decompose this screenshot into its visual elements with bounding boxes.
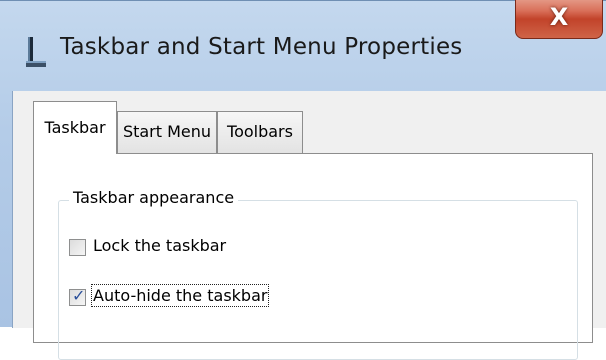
- tab-toolbars[interactable]: Toolbars: [217, 111, 303, 153]
- checkmark-icon: ✓: [72, 286, 86, 305]
- title-bar[interactable]: Taskbar and Start Menu Properties X: [0, 0, 606, 91]
- tab-strip: Taskbar Start Menu Toolbars: [33, 101, 593, 154]
- close-icon: X: [549, 3, 569, 31]
- window-title: Taskbar and Start Menu Properties: [60, 34, 463, 60]
- taskbar-appearance-group: Taskbar appearance Lock the taskbar ✓ Au…: [58, 188, 578, 360]
- tab-taskbar[interactable]: Taskbar: [33, 101, 117, 154]
- lock-taskbar-checkbox[interactable]: [69, 239, 86, 256]
- properties-window: Taskbar and Start Menu Properties X Task…: [0, 0, 606, 360]
- tab-start-menu[interactable]: Start Menu: [117, 111, 217, 153]
- taskbar-tab-page: Taskbar appearance Lock the taskbar ✓ Au…: [33, 153, 593, 360]
- group-label: Taskbar appearance: [69, 188, 239, 207]
- auto-hide-checkbox[interactable]: ✓: [69, 286, 86, 306]
- taskbar-app-icon: [26, 37, 46, 67]
- auto-hide-label[interactable]: Auto-hide the taskbar: [90, 284, 270, 307]
- lock-taskbar-label[interactable]: Lock the taskbar: [93, 236, 226, 255]
- close-button[interactable]: X: [515, 0, 603, 39]
- dialog-client-area: Taskbar Start Menu Toolbars Taskbar appe…: [12, 91, 606, 360]
